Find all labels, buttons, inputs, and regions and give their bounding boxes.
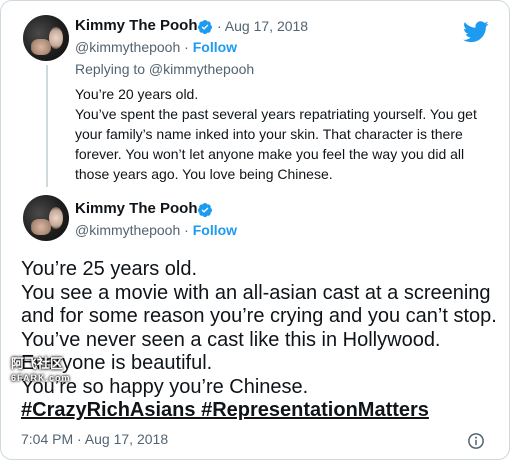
replying-to-label[interactable]: Replying to @kimmythepooh	[75, 61, 254, 77]
dot-separator: ·	[184, 39, 189, 55]
main-tweet-text: You’re 25 years old. You see a movie wit…	[21, 258, 501, 423]
dot-separator: ·	[217, 18, 222, 34]
avatar[interactable]	[23, 195, 69, 241]
dot-separator: ·	[184, 222, 189, 238]
tweet-timestamp[interactable]: 7:04 PM · Aug 17, 2018	[21, 431, 168, 447]
verified-badge-icon	[198, 203, 212, 218]
watermark-title: 阿飞社区	[11, 356, 64, 371]
author-name[interactable]: Kimmy The Pooh	[75, 200, 198, 217]
tweet-text-line: You’ve spent the past several years repa…	[75, 106, 477, 182]
twitter-bird-icon[interactable]	[463, 21, 489, 43]
info-icon[interactable]	[467, 432, 485, 450]
verified-badge-icon	[198, 20, 212, 35]
quoted-tweet-text: You’re 20 years old. You’ve spent the pa…	[75, 84, 495, 184]
handle[interactable]: @kimmythepooh	[75, 222, 180, 238]
author-name[interactable]: Kimmy The Pooh	[75, 17, 198, 34]
tweet-text-line: You’re so happy you’re Chinese.	[21, 375, 309, 398]
thread-connector-line	[46, 65, 48, 187]
tweet-text-line: You see a movie with an all-asian cast a…	[21, 281, 497, 375]
tweet-card: Kimmy The Pooh · Aug 17, 2018 @kimmythep…	[0, 0, 510, 460]
tweet-date[interactable]: Aug 17, 2018	[225, 18, 308, 34]
tweet-text-line: You’re 25 years old.	[21, 258, 198, 280]
tweet-text-line: You’re 20 years old.	[75, 86, 199, 102]
handle[interactable]: @kimmythepooh	[75, 39, 180, 55]
avatar[interactable]	[23, 15, 69, 61]
hashtag-links[interactable]: #CrazyRichAsians #RepresentationMatters	[21, 399, 501, 423]
watermark-url: 6FARK.com	[11, 373, 71, 383]
follow-button[interactable]: Follow	[193, 222, 237, 238]
follow-button[interactable]: Follow	[193, 39, 237, 55]
site-watermark: 阿飞社区 6FARK.com	[11, 357, 71, 385]
